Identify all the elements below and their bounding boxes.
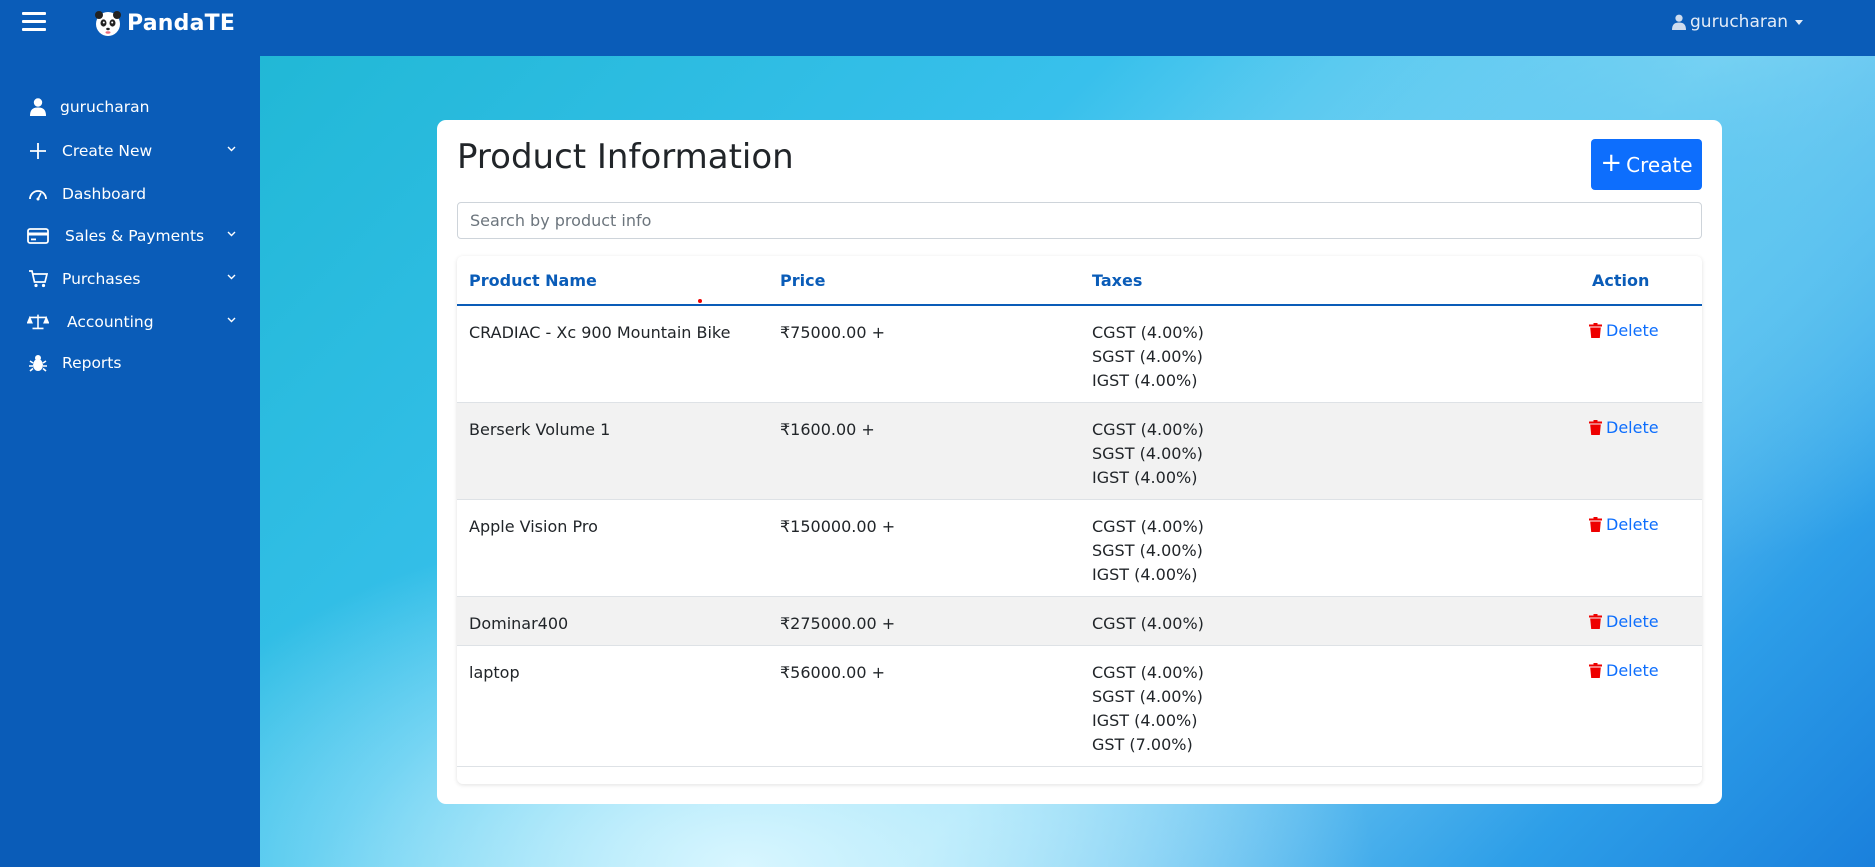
- column-header-product-name[interactable]: Product Name: [469, 271, 597, 290]
- tax-item: CGST (4.00%): [1092, 663, 1204, 682]
- caret-down-icon: [1795, 19, 1804, 25]
- product-name-cell: Berserk Volume 1: [469, 420, 611, 439]
- plus-icon: [27, 140, 49, 162]
- tax-item: CGST (4.00%): [1092, 323, 1204, 342]
- sidebar-item-purchases[interactable]: Purchases: [0, 262, 260, 296]
- sidebar-item-reports[interactable]: Reports: [0, 346, 260, 380]
- delete-button[interactable]: Delete: [1589, 418, 1659, 437]
- create-button[interactable]: + Create: [1591, 139, 1702, 190]
- sidebar-item-label: Create New: [62, 142, 153, 160]
- delete-label: Delete: [1606, 661, 1659, 680]
- trash-icon: [1589, 323, 1602, 338]
- sidebar: gurucharan Create New Dashboard Sales & …: [0, 56, 260, 867]
- tax-item: CGST (4.00%): [1092, 420, 1204, 439]
- bug-icon: [27, 352, 49, 374]
- product-name-cell: Apple Vision Pro: [469, 517, 598, 536]
- price-cell: ₹275000.00 +: [780, 614, 896, 633]
- table-header: Product Name Price Taxes Action: [457, 256, 1702, 306]
- brand-name: PandaTE: [127, 10, 236, 36]
- chevron-down-icon: [227, 231, 236, 237]
- delete-label: Delete: [1606, 321, 1659, 340]
- tax-item: SGST (4.00%): [1092, 444, 1203, 463]
- sidebar-item-label: Dashboard: [62, 185, 147, 203]
- delete-button[interactable]: Delete: [1589, 612, 1659, 631]
- table-row: CRADIAC - Xc 900 Mountain Bike ₹75000.00…: [457, 306, 1702, 403]
- sidebar-item-dashboard[interactable]: Dashboard: [0, 177, 260, 211]
- table-row: Berserk Volume 1 ₹1600.00 + CGST (4.00%)…: [457, 403, 1702, 500]
- hamburger-menu-icon[interactable]: [22, 12, 46, 32]
- trash-icon: [1589, 420, 1602, 435]
- gauge-icon: [27, 183, 49, 205]
- trash-icon: [1589, 614, 1602, 629]
- tax-item: IGST (4.00%): [1092, 565, 1198, 584]
- cursor-marker: [698, 299, 702, 303]
- price-cell: ₹1600.00 +: [780, 420, 875, 439]
- tax-item: SGST (4.00%): [1092, 347, 1203, 366]
- search-input[interactable]: [457, 202, 1702, 239]
- plus-icon: +: [1600, 148, 1623, 178]
- delete-button[interactable]: Delete: [1589, 321, 1659, 340]
- delete-label: Delete: [1606, 515, 1659, 534]
- sidebar-item-create-new[interactable]: Create New: [0, 134, 260, 168]
- user-menu-name: gurucharan: [1690, 12, 1789, 32]
- user-icon: [27, 96, 49, 118]
- create-button-label: Create: [1626, 152, 1693, 177]
- table-row: laptop ₹56000.00 + CGST (4.00%) SGST (4.…: [457, 646, 1702, 767]
- products-table: Product Name Price Taxes Action CRADIAC …: [457, 256, 1702, 784]
- sidebar-item-label: Sales & Payments: [65, 227, 205, 245]
- trash-icon: [1589, 517, 1602, 532]
- taxes-cell: CGST (4.00%): [1092, 612, 1204, 636]
- user-dropdown[interactable]: gurucharan: [1672, 12, 1804, 32]
- tax-item: IGST (4.00%): [1092, 468, 1198, 487]
- sidebar-item-label: Reports: [62, 354, 122, 372]
- taxes-cell: CGST (4.00%) SGST (4.00%) IGST (4.00%): [1092, 515, 1204, 587]
- tax-item: IGST (4.00%): [1092, 371, 1198, 390]
- tax-item: SGST (4.00%): [1092, 541, 1203, 560]
- delete-button[interactable]: Delete: [1589, 515, 1659, 534]
- cart-icon: [27, 268, 49, 290]
- sidebar-item-label: gurucharan: [60, 98, 150, 116]
- user-icon: [1672, 14, 1686, 30]
- trash-icon: [1589, 663, 1602, 678]
- balance-scale-icon: [27, 311, 49, 333]
- taxes-cell: CGST (4.00%) SGST (4.00%) IGST (4.00%): [1092, 418, 1204, 490]
- panda-logo-icon: [95, 11, 121, 36]
- tax-item: CGST (4.00%): [1092, 614, 1204, 633]
- taxes-cell: CGST (4.00%) SGST (4.00%) IGST (4.00%): [1092, 321, 1204, 393]
- tax-item: IGST (4.00%): [1092, 711, 1198, 730]
- tax-item: SGST (4.00%): [1092, 687, 1203, 706]
- taxes-cell: CGST (4.00%) SGST (4.00%) IGST (4.00%) G…: [1092, 661, 1204, 757]
- brand[interactable]: PandaTE: [93, 8, 235, 38]
- column-header-taxes[interactable]: Taxes: [1092, 271, 1142, 290]
- delete-button[interactable]: Delete: [1589, 661, 1659, 680]
- delete-label: Delete: [1606, 612, 1659, 631]
- top-navbar: PandaTE gurucharan: [0, 0, 1875, 56]
- product-name-cell: laptop: [469, 663, 520, 682]
- column-header-price[interactable]: Price: [780, 271, 825, 290]
- price-cell: ₹75000.00 +: [780, 323, 886, 342]
- chevron-down-icon: [227, 274, 236, 280]
- page-title: Product Information: [457, 137, 794, 177]
- price-cell: ₹56000.00 +: [780, 663, 886, 682]
- chevron-down-icon: [227, 146, 236, 152]
- product-name-cell: CRADIAC - Xc 900 Mountain Bike: [469, 323, 731, 342]
- price-cell: ₹150000.00 +: [780, 517, 896, 536]
- table-row: Dominar400 ₹275000.00 + CGST (4.00%) Del…: [457, 597, 1702, 646]
- column-header-action: Action: [1592, 271, 1650, 290]
- delete-label: Delete: [1606, 418, 1659, 437]
- tax-item: CGST (4.00%): [1092, 517, 1204, 536]
- tax-item: GST (7.00%): [1092, 735, 1193, 754]
- credit-card-icon: [27, 225, 49, 247]
- sidebar-item-sales-payments[interactable]: Sales & Payments: [0, 219, 260, 253]
- sidebar-item-profile[interactable]: gurucharan: [0, 90, 260, 124]
- sidebar-item-accounting[interactable]: Accounting: [0, 305, 260, 339]
- table-row: Apple Vision Pro ₹150000.00 + CGST (4.00…: [457, 500, 1702, 597]
- chevron-down-icon: [227, 317, 236, 323]
- sidebar-item-label: Accounting: [67, 313, 154, 331]
- sidebar-item-label: Purchases: [62, 270, 141, 288]
- product-name-cell: Dominar400: [469, 614, 569, 633]
